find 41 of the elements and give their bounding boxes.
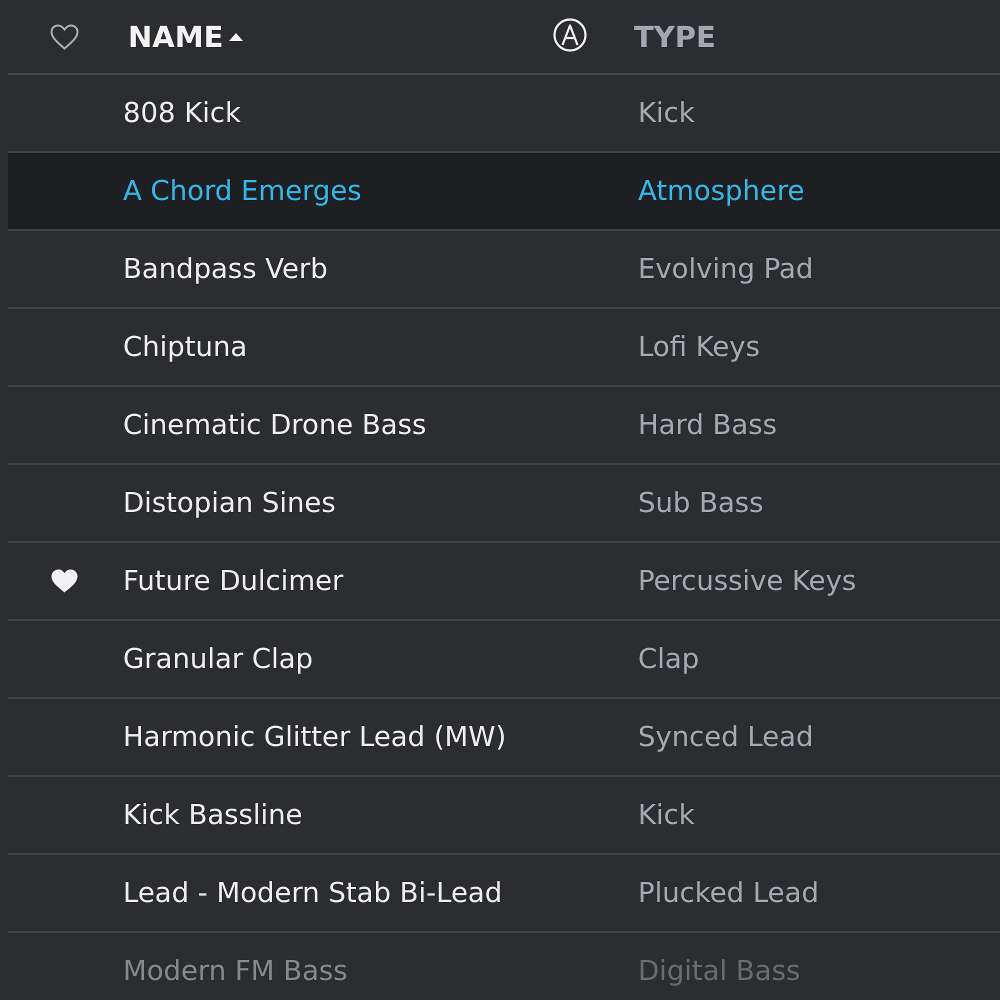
preset-name: Cinematic Drone Bass bbox=[123, 409, 426, 441]
preset-row[interactable]: Kick Bassline Kick bbox=[8, 777, 1000, 855]
preset-type: Percussive Keys bbox=[638, 565, 856, 597]
heart-icon[interactable] bbox=[50, 24, 79, 50]
preset-name: A Chord Emerges bbox=[123, 175, 362, 207]
heart-icon[interactable] bbox=[51, 569, 78, 593]
preset-type: Plucked Lead bbox=[638, 877, 819, 909]
preset-row[interactable]: Lead - Modern Stab Bi-Lead Plucked Lead bbox=[8, 855, 1000, 933]
preset-type: Sub Bass bbox=[638, 487, 764, 519]
preset-row[interactable]: Cinematic Drone Bass Hard Bass bbox=[8, 387, 1000, 465]
preset-type: Clap bbox=[638, 643, 700, 675]
preset-type: Kick bbox=[638, 97, 695, 129]
preset-row[interactable]: Modern FM Bass Digital Bass bbox=[8, 933, 1000, 1000]
preset-name: Distopian Sines bbox=[123, 487, 336, 519]
preset-type: Lofi Keys bbox=[638, 331, 760, 363]
preset-row[interactable]: Distopian Sines Sub Bass bbox=[8, 465, 1000, 543]
preset-row[interactable]: Harmonic Glitter Lead (MW) Synced Lead bbox=[8, 699, 1000, 777]
preset-type: Synced Lead bbox=[638, 721, 814, 753]
preset-type: Evolving Pad bbox=[638, 253, 814, 285]
preset-name: Modern FM Bass bbox=[123, 955, 348, 987]
column-header[interactable]: NAME bbox=[128, 20, 244, 54]
preset-row[interactable]: Bandpass Verb Evolving Pad bbox=[8, 231, 1000, 309]
circle-a-icon[interactable] bbox=[553, 18, 587, 52]
preset-name: 808 Kick bbox=[123, 97, 241, 129]
preset-row[interactable]: A Chord Emerges Atmosphere bbox=[8, 153, 1000, 231]
preset-name: Kick Bassline bbox=[123, 799, 302, 831]
preset-type: Kick bbox=[638, 799, 695, 831]
sort-ascending-icon bbox=[229, 32, 244, 40]
preset-row[interactable]: Chiptuna Lofi Keys bbox=[8, 309, 1000, 387]
preset-type: Atmosphere bbox=[638, 175, 804, 207]
preset-type: Digital Bass bbox=[638, 955, 800, 987]
preset-name: Lead - Modern Stab Bi-Lead bbox=[123, 877, 502, 909]
preset-name: Bandpass Verb bbox=[123, 253, 328, 285]
preset-name: Harmonic Glitter Lead (MW) bbox=[123, 721, 506, 753]
preset-row[interactable]: Granular Clap Clap bbox=[8, 621, 1000, 699]
preset-name: Granular Clap bbox=[123, 643, 314, 675]
preset-name: Future Dulcimer bbox=[123, 565, 344, 597]
preset-row[interactable]: Future Dulcimer Percussive Keys bbox=[8, 543, 1000, 621]
preset-name: Chiptuna bbox=[123, 331, 248, 363]
preset-type: Hard Bass bbox=[638, 409, 777, 441]
column-header[interactable]: TYPE bbox=[634, 20, 716, 54]
